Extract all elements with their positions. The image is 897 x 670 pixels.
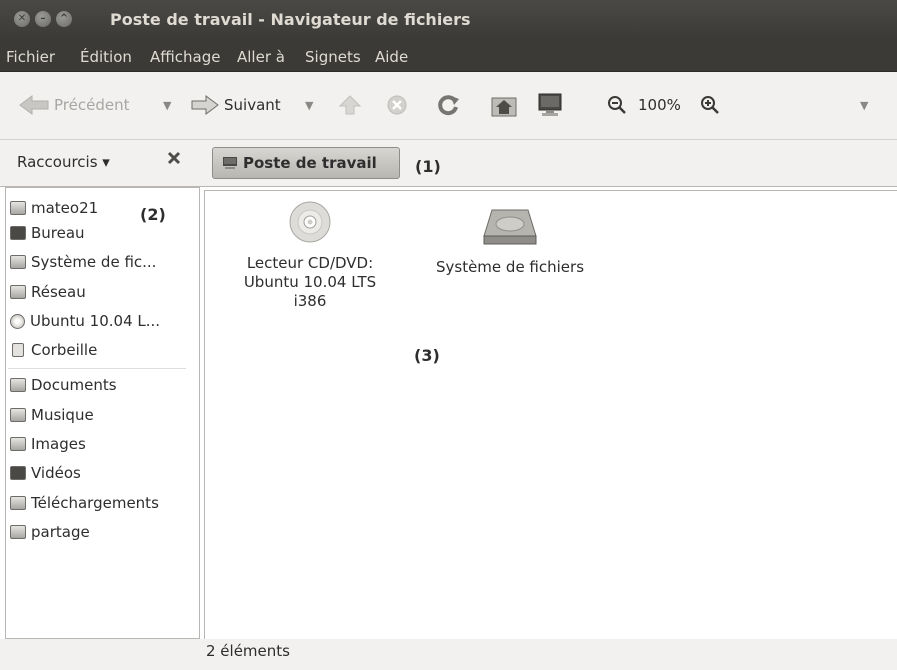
stop-button[interactable]	[386, 90, 408, 120]
back-history-dropdown[interactable]: ▼	[163, 90, 171, 120]
menu-edition[interactable]: Édition	[80, 48, 132, 66]
computer-icon	[538, 93, 562, 116]
toolbar-overflow-button[interactable]: ▼	[860, 90, 868, 120]
annotation-2: (2)	[140, 205, 166, 224]
sidebar-type-selector[interactable]: Raccourcis ▾	[17, 153, 110, 171]
back-arrow-icon	[19, 95, 49, 115]
zoom-in-icon	[701, 96, 719, 114]
up-arrow-icon	[338, 95, 362, 115]
forward-button[interactable]: Suivant	[190, 90, 281, 120]
sidebar-item-documents[interactable]: Documents	[10, 373, 117, 397]
sidebar-item-label: Images	[31, 435, 86, 453]
sidebar-item-label: Corbeille	[31, 341, 98, 359]
documents-folder-icon	[10, 378, 26, 392]
computer-icon	[223, 157, 237, 169]
close-icon	[167, 151, 181, 165]
forward-arrow-icon	[191, 95, 219, 115]
overflow-arrow-icon: ▼	[860, 98, 869, 112]
home-button[interactable]	[490, 90, 518, 120]
sidebar-item-systeme-de-fichiers[interactable]: Système de fic...	[10, 250, 156, 274]
dropdown-arrow-icon: ▼	[305, 98, 314, 112]
sidebar-item-label: Documents	[31, 376, 117, 394]
annotation-1: (1)	[415, 157, 441, 176]
sidebar-item-label: mateo21	[31, 199, 99, 217]
sidebar-separator	[8, 368, 186, 369]
network-icon	[10, 285, 26, 299]
cd-icon	[10, 313, 25, 329]
sidebar-item-bureau[interactable]: Bureau	[10, 221, 85, 245]
window-title: Poste de travail - Navigateur de fichier…	[110, 10, 471, 29]
forward-history-dropdown[interactable]: ▼	[305, 90, 313, 120]
desktop-icon	[10, 226, 26, 240]
reload-icon	[438, 95, 459, 116]
menu-fichier[interactable]: Fichier	[6, 48, 55, 66]
sidebar-item-mateo21[interactable]: mateo21	[10, 196, 98, 220]
location-bar	[0, 140, 897, 186]
maximize-window-button[interactable]: ^	[56, 11, 72, 27]
zoom-level[interactable]: 100%	[638, 90, 681, 120]
downloads-folder-icon	[10, 496, 26, 510]
minimize-window-button[interactable]: –	[35, 11, 51, 27]
close-window-button[interactable]: ✕	[14, 11, 30, 27]
window-controls: ✕ – ^	[14, 11, 72, 27]
menu-signets[interactable]: Signets	[305, 48, 361, 66]
home-folder-icon	[10, 201, 26, 215]
close-sidebar-button[interactable]	[166, 150, 182, 170]
sidebar-item-images[interactable]: Images	[10, 432, 86, 456]
dropdown-arrow-icon: ▼	[163, 98, 172, 112]
zoom-out-icon	[608, 96, 626, 114]
sidebar-item-label: Musique	[31, 406, 94, 424]
file-label-line-2: Ubuntu 10.04 LTS	[243, 273, 377, 291]
path-button-current[interactable]: Poste de travail	[212, 147, 400, 179]
menu-bar	[0, 40, 897, 72]
sidebar-item-videos[interactable]: Vidéos	[10, 461, 81, 485]
sidebar-item-label: Système de fic...	[31, 253, 157, 271]
back-label: Précédent	[54, 96, 130, 114]
videos-folder-icon	[10, 466, 26, 480]
menu-aide[interactable]: Aide	[375, 48, 408, 66]
stop-icon	[387, 95, 407, 115]
back-button[interactable]: Précédent	[18, 90, 129, 120]
file-label: Système de fichiers	[435, 258, 585, 276]
sidebar-item-label: Vidéos	[31, 464, 81, 482]
sidebar-item-label: Téléchargements	[31, 494, 159, 512]
annotation-3: (3)	[414, 346, 440, 365]
menu-affichage[interactable]: Affichage	[150, 48, 220, 66]
file-item-systeme-de-fichiers[interactable]: Système de fichiers	[420, 204, 600, 277]
sidebar-item-label: Bureau	[31, 224, 85, 242]
zoom-out-button[interactable]	[607, 90, 627, 120]
sidebar-item-ubuntu-cd[interactable]: Ubuntu 10.04 L...	[10, 309, 160, 333]
zoom-in-button[interactable]	[700, 90, 720, 120]
reload-button[interactable]	[436, 90, 460, 120]
menu-aller-a[interactable]: Aller à	[237, 48, 285, 66]
file-label-line-3: i386	[293, 292, 327, 310]
sidebar-item-label: partage	[31, 523, 90, 541]
sidebar-item-corbeille[interactable]: Corbeille	[10, 338, 97, 362]
sidebar-item-musique[interactable]: Musique	[10, 403, 94, 427]
sidebar-item-telechargements[interactable]: Téléchargements	[10, 491, 159, 515]
status-text: 2 éléments	[206, 642, 290, 660]
up-button[interactable]	[338, 90, 362, 120]
home-folder-icon	[491, 97, 517, 117]
sidebar-item-partage[interactable]: partage	[10, 520, 90, 544]
file-label-line-1: Lecteur CD/DVD:	[246, 254, 374, 272]
filesystem-icon	[10, 255, 26, 269]
computer-button[interactable]	[536, 90, 564, 120]
images-folder-icon	[10, 437, 26, 451]
forward-label: Suivant	[224, 96, 281, 114]
sidebar-item-label: Ubuntu 10.04 L...	[30, 312, 161, 330]
cd-disc-icon	[289, 201, 331, 243]
music-folder-icon	[10, 408, 26, 422]
trash-icon	[12, 343, 24, 357]
sidebar-item-label: Réseau	[31, 283, 86, 301]
path-button-label: Poste de travail	[243, 154, 377, 172]
sidebar-item-reseau[interactable]: Réseau	[10, 280, 86, 304]
folder-icon	[10, 525, 26, 539]
hard-drive-icon	[483, 209, 537, 245]
status-bar	[0, 639, 897, 670]
file-item-cd-dvd[interactable]: Lecteur CD/DVD: Ubuntu 10.04 LTS i386	[230, 200, 390, 311]
